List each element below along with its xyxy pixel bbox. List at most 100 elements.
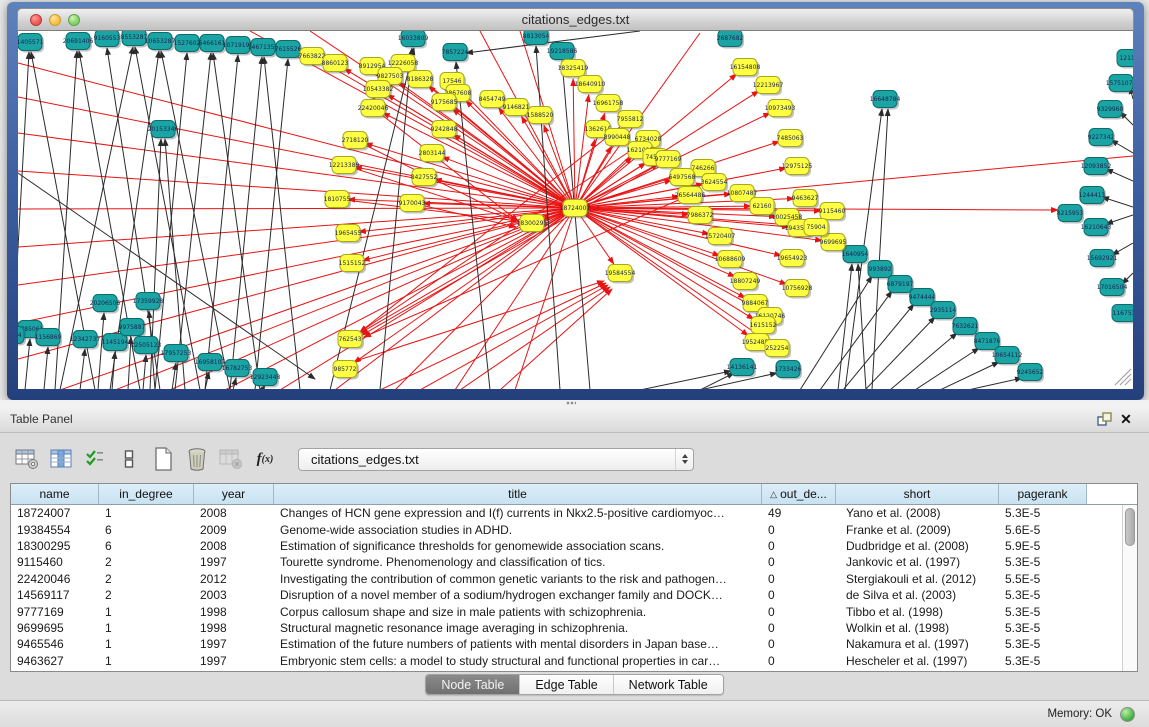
column-header-pagerank[interactable]: pagerank: [999, 484, 1087, 504]
edge[interactable]: [205, 55, 238, 389]
cell-in_degree[interactable]: 1: [99, 653, 194, 669]
tab-edge-table[interactable]: Edge Table: [520, 675, 613, 694]
tab-node-table[interactable]: Node Table: [426, 675, 520, 694]
cell-out_de[interactable]: 0: [762, 653, 836, 669]
graph-node-teal[interactable]: 19218586: [547, 43, 578, 62]
row-height-button[interactable]: [116, 447, 142, 471]
graph-node-yellow[interactable]: 26564486: [675, 187, 706, 206]
graph-node-teal[interactable]: 15751074: [1106, 75, 1133, 94]
cell-name[interactable]: 9463627: [11, 653, 99, 669]
graph-node-teal[interactable]: 1527602: [174, 35, 201, 54]
cell-short[interactable]: Tibbo et al. (1998): [836, 603, 999, 619]
cell-name[interactable]: 14569117: [11, 587, 99, 603]
graph-node-yellow[interactable]: 19654923: [777, 250, 808, 269]
cell-name[interactable]: 9777169: [11, 603, 99, 619]
graph-node-teal[interactable]: 17016504: [1097, 279, 1128, 298]
graph-node-yellow[interactable]: 8990448: [604, 129, 631, 148]
cell-short[interactable]: Wolkin et al. (1998): [836, 620, 999, 636]
edge[interactable]: [456, 62, 490, 389]
tab-network-table[interactable]: Network Table: [614, 675, 723, 694]
cell-out_de[interactable]: 0: [762, 554, 836, 570]
cell-out_de[interactable]: 0: [762, 620, 836, 636]
cell-title[interactable]: Investigating the contribution of common…: [274, 571, 762, 587]
table-row[interactable]: 969969511998Structural magnetic resonanc…: [11, 620, 1122, 636]
graph-node-yellow[interactable]: 9463627: [792, 190, 819, 209]
graph-node-yellow[interactable]: 8427552: [411, 169, 438, 188]
graph-node-teal[interactable]: 9227342: [1088, 129, 1115, 148]
delete-rows-button[interactable]: [184, 447, 210, 471]
graph-node-teal[interactable]: 9245652: [1017, 364, 1044, 383]
float-panel-button[interactable]: [1093, 410, 1115, 428]
graph-node-teal[interactable]: 16648784: [870, 91, 901, 110]
graph-node-teal[interactable]: 15692921: [1087, 250, 1118, 269]
graph-node-yellow[interactable]: 75904: [804, 219, 830, 238]
cell-in_degree[interactable]: 1: [99, 620, 194, 636]
graph-node-yellow[interactable]: 762543: [338, 331, 364, 350]
graph-node-teal[interactable]: 1405571: [18, 34, 44, 53]
delete-table-button-disabled[interactable]: [218, 447, 244, 471]
cell-year[interactable]: 1997: [194, 636, 274, 652]
cell-title[interactable]: Tourette syndrome. Phenomenology and cla…: [274, 554, 762, 570]
edge[interactable]: [562, 61, 590, 389]
cell-year[interactable]: 2008: [194, 538, 274, 554]
graph-node-teal[interactable]: 12923448: [250, 369, 281, 388]
graph-node-yellow[interactable]: 985772: [333, 361, 359, 380]
cell-short[interactable]: de Silva et al. (2003): [836, 587, 999, 603]
graph-node-yellow[interactable]: 12975125: [782, 158, 813, 177]
graph-node-yellow[interactable]: 1810755: [324, 191, 351, 210]
cell-year[interactable]: 2003: [194, 587, 274, 603]
graph-node-yellow[interactable]: 1615152: [750, 317, 777, 336]
cell-name[interactable]: 22420046: [11, 571, 99, 587]
edge[interactable]: [18, 63, 575, 208]
cell-title[interactable]: Estimation of significance thresholds fo…: [274, 538, 762, 554]
cell-year[interactable]: 1998: [194, 603, 274, 619]
column-header-out_de[interactable]: △out_de...: [762, 484, 836, 504]
graph-node-teal[interactable]: 1156869: [35, 329, 62, 348]
cell-title[interactable]: Embryonic stem cells: a model to study s…: [274, 653, 762, 669]
edge[interactable]: [1102, 197, 1133, 207]
graph-node-yellow[interactable]: 9170043: [399, 195, 426, 214]
table-row[interactable]: 946362711997Embryonic stem cells: a mode…: [11, 653, 1122, 669]
cell-name[interactable]: 18724007: [11, 505, 99, 521]
graph-node-yellow[interactable]: 2803144: [419, 145, 446, 164]
edge[interactable]: [968, 378, 1022, 389]
graph-node-yellow[interactable]: 12213967: [753, 77, 784, 96]
edge[interactable]: [25, 339, 30, 389]
vertical-scrollbar[interactable]: [1122, 505, 1137, 671]
cell-title[interactable]: Changes of HCN gene expression and I(f) …: [274, 505, 762, 521]
cell-pagerank[interactable]: 5.3E-5: [999, 587, 1087, 603]
edge[interactable]: [1106, 215, 1133, 224]
cell-in_degree[interactable]: 1: [99, 505, 194, 521]
graph-node-teal[interactable]: 2935114: [930, 302, 957, 321]
graph-node-yellow[interactable]: 7485063: [777, 130, 804, 149]
table-row[interactable]: 1456911722003Disruption of a novel membe…: [11, 587, 1122, 603]
cell-pagerank[interactable]: 5.9E-5: [999, 538, 1087, 554]
graph-node-teal[interactable]: 20206506: [90, 295, 121, 314]
graph-node-yellow[interactable]: 8860123: [322, 55, 349, 74]
graph-node-teal[interactable]: 17957253: [161, 345, 192, 364]
edge[interactable]: [915, 348, 979, 389]
graph-node-teal[interactable]: 2687682: [717, 31, 744, 49]
cell-pagerank[interactable]: 5.3E-5: [999, 554, 1087, 570]
network-window-titlebar[interactable]: citations_edges.txt: [17, 8, 1134, 31]
citation-network-graph[interactable]: 1405571206914069160553855328710653287152…: [18, 31, 1133, 389]
edge[interactable]: [80, 349, 85, 389]
graph-node-teal[interactable]: 16210643: [1081, 219, 1112, 238]
edge[interactable]: [155, 53, 187, 389]
graph-node-yellow[interactable]: 16961758: [593, 95, 624, 114]
graph-node-teal[interactable]: 16782753: [222, 360, 253, 379]
cell-out_de[interactable]: 0: [762, 603, 836, 619]
function-builder-button[interactable]: f(x): [252, 447, 278, 471]
graph-node-yellow[interactable]: 18640910: [575, 76, 606, 95]
graph-node-yellow[interactable]: 7955812: [617, 111, 644, 130]
graph-node-yellow[interactable]: 1515152: [339, 255, 366, 274]
graph-node-teal[interactable]: 9975887: [119, 319, 146, 338]
column-header-title[interactable]: title: [274, 484, 762, 504]
cell-pagerank[interactable]: 5.3E-5: [999, 653, 1087, 669]
graph-node-yellow[interactable]: 22420046: [358, 100, 389, 119]
table-selector-dropdown[interactable]: citations_edges.txt: [298, 448, 694, 471]
cell-short[interactable]: Stergiakouli et al. (2012): [836, 571, 999, 587]
graph-node-yellow[interactable]: 252254: [765, 340, 791, 359]
memory-status-indicator[interactable]: [1120, 707, 1135, 722]
cell-in_degree[interactable]: 2: [99, 587, 194, 603]
